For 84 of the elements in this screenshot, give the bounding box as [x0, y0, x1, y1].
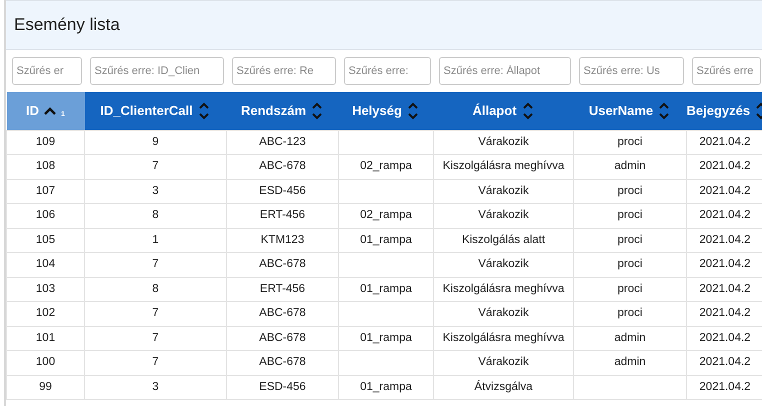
filter-field[interactable]: Szűrés erre: Re [232, 56, 336, 86]
table-cell: Kiszolgálásra meghívva [442, 160, 564, 172]
table-cell: proci [618, 136, 642, 148]
table-cell: Kiszolgálásra meghívva [442, 332, 564, 344]
sort-icon[interactable] [657, 100, 672, 121]
column-header[interactable]: Állapot [472, 101, 517, 120]
table-cell: 3 [152, 380, 159, 393]
table-cell: 108 [36, 160, 56, 172]
table-cell: admin [614, 332, 646, 344]
table-cell: 2021.04.2 [699, 184, 751, 197]
table-cell: 2021.04.2 [699, 380, 751, 393]
table-cell: 2021.04.2 [699, 332, 751, 344]
table-cell: ERT-456 [260, 209, 306, 222]
table-cell: 2021.04.2 [699, 282, 751, 295]
table-cell: 107 [36, 184, 56, 197]
sort-icon[interactable] [406, 100, 420, 121]
table-cell: ABC-123 [259, 136, 306, 148]
table-cell: 2021.04.2 [699, 356, 751, 368]
table-cell: proci [618, 258, 642, 270]
table-cell: 8 [152, 282, 159, 295]
table-cell: Várakozik [478, 184, 529, 197]
table-cell: ABC-678 [259, 307, 306, 320]
table-cell: 7 [152, 160, 159, 172]
table-cell: Várakozik [478, 136, 529, 148]
table-cell: 104 [36, 258, 56, 270]
table-cell: 2021.04.2 [699, 160, 751, 172]
table-cell: Várakozik [478, 307, 529, 320]
table-cell: 100 [36, 356, 56, 368]
table-cell: ABC-678 [259, 160, 306, 172]
panel-title: Esemény lista [6, 0, 762, 50]
table-cell: proci [618, 209, 642, 222]
table-cell: ESD-456 [259, 380, 306, 393]
table-cell: 01_rampa [360, 332, 412, 344]
table-cell: proci [618, 307, 642, 320]
filter-field[interactable]: Szűrés er [12, 56, 82, 86]
table-cell: Várakozik [478, 258, 529, 270]
table-cell: Kiszolgálás alatt [462, 234, 546, 246]
table-cell: 102 [36, 307, 56, 320]
table-cell: proci [618, 184, 642, 197]
table-cell: 01_rampa [360, 234, 412, 246]
filter-field[interactable]: Szűrés erre: [344, 56, 430, 86]
table-cell: KTM123 [260, 234, 304, 246]
table-cell: 2021.04.2 [699, 307, 751, 320]
table-cell: 8 [152, 209, 159, 222]
table-cell: proci [618, 282, 642, 295]
table-cell: ABC-678 [259, 356, 306, 368]
table-cell: 1 [152, 234, 159, 246]
table-cell: admin [614, 160, 646, 172]
table-cell: 3 [152, 184, 159, 197]
table-cell: Átvizsgálva [474, 380, 533, 393]
sort-icon[interactable] [520, 100, 535, 121]
table-cell: 7 [152, 258, 159, 270]
table-cell: 2021.04.2 [699, 136, 751, 148]
table-cell: 99 [39, 380, 52, 393]
table-cell: proci [618, 234, 642, 246]
table-cell: 101 [36, 332, 56, 344]
table-cell: ABC-678 [259, 258, 306, 270]
table-cell: ABC-678 [259, 332, 306, 344]
table-cell: 01_rampa [360, 380, 412, 393]
table-cell: 9 [152, 136, 159, 148]
table-cell: 2021.04.2 [699, 258, 751, 270]
table-cell: 7 [152, 356, 159, 368]
table-cell: Várakozik [478, 356, 529, 368]
table-cell: Várakozik [478, 209, 529, 222]
sort-icon[interactable] [196, 100, 211, 121]
table-cell: 7 [152, 332, 159, 344]
table-cell: 2021.04.2 [699, 209, 751, 222]
table-cell: 109 [36, 136, 56, 148]
table-cell: 7 [152, 307, 159, 320]
table-cell: 02_rampa [360, 160, 412, 172]
table-cell: ESD-456 [259, 184, 306, 197]
table-cell: admin [614, 356, 646, 368]
table-cell: 01_rampa [360, 282, 412, 295]
table-cell: 2021.04.2 [699, 234, 751, 246]
table-cell: 103 [36, 282, 56, 295]
sort-icon[interactable] [310, 100, 324, 121]
filter-field[interactable]: Szűrés erre: Us [578, 56, 684, 86]
table-cell: 106 [36, 209, 56, 222]
table-cell: ERT-456 [260, 282, 306, 295]
table-cell: Kiszolgálásra meghívva [442, 282, 564, 295]
filter-field[interactable]: Szűrés erre: ID_Clien [90, 56, 224, 86]
table-cell: 02_rampa [360, 209, 412, 222]
filter-field[interactable]: Szűrés erre [692, 56, 760, 86]
table-cell: 105 [36, 234, 56, 246]
